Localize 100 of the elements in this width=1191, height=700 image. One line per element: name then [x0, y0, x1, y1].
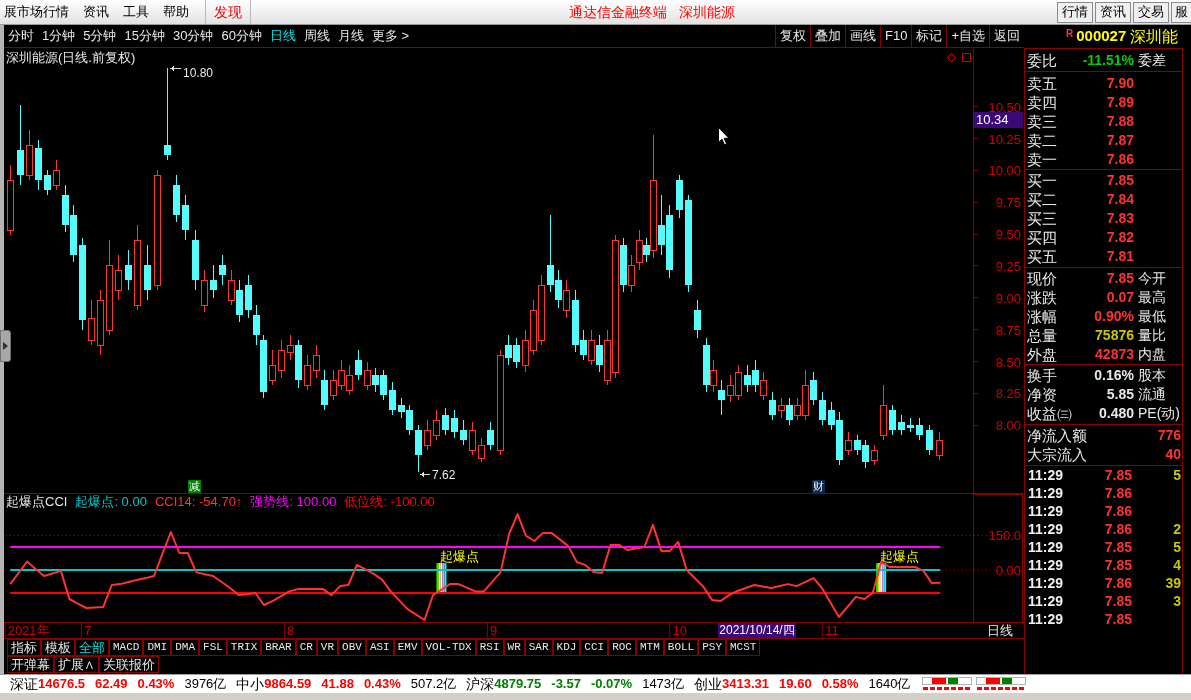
quote-label: 最高: [1137, 288, 1167, 307]
falling-candle: [125, 249, 132, 291]
indicator-tab[interactable]: KDJ: [552, 639, 581, 656]
cursor-date-tag: 2021/10/14/四: [718, 623, 796, 638]
signal-bar: [436, 563, 447, 594]
falling-candle: [182, 194, 189, 241]
price-axis-label: 9.25: [995, 258, 1021, 274]
indicator-tab[interactable]: EMV: [393, 639, 422, 656]
menu-item[interactable]: 资讯: [83, 2, 109, 22]
indicator-tab[interactable]: OBV: [338, 639, 366, 656]
tick-price: 7.86: [1103, 484, 1132, 502]
quote-value: 0.90%: [1093, 307, 1134, 326]
quote-value: 0.16%: [1093, 366, 1134, 385]
toolbar-button[interactable]: 画线: [845, 25, 880, 47]
quote-label: 内盘: [1137, 345, 1167, 364]
rising-candle: [287, 334, 294, 361]
falling-candle: [44, 169, 51, 196]
falling-candle: [355, 349, 362, 381]
period-tab[interactable]: 月线: [337, 26, 364, 46]
indicator-tab[interactable]: RSI: [475, 639, 504, 656]
indicator-tab[interactable]: VR: [316, 639, 339, 656]
falling-candle: [144, 244, 151, 301]
event-badge[interactable]: 财: [812, 480, 825, 493]
indicator-tab[interactable]: DMA: [171, 639, 200, 656]
period-tab[interactable]: 5分钟: [83, 26, 117, 46]
panel-tab[interactable]: 开弹幕: [7, 656, 54, 673]
panel-tab[interactable]: 扩展∧: [54, 656, 99, 673]
nav-button[interactable]: 交易: [1133, 1, 1169, 23]
quote-label: 现价: [1027, 269, 1058, 288]
toolbar-button[interactable]: +自选: [946, 25, 989, 47]
indicator-tab[interactable]: PSY: [698, 639, 726, 656]
rising-candle: [563, 279, 570, 319]
nav-button[interactable]: 资讯: [1095, 1, 1131, 23]
toolbar-button[interactable]: 返回: [989, 25, 1024, 47]
ask-label: 卖五: [1027, 74, 1058, 93]
falling-candle: [620, 237, 627, 293]
period-tab[interactable]: 周线: [303, 26, 330, 46]
nav-button[interactable]: 行情: [1057, 1, 1093, 23]
indicator-tab[interactable]: TRIX: [226, 639, 262, 656]
rising-candle: [53, 159, 60, 191]
quote-label: 今开: [1137, 269, 1167, 288]
falling-candle: [173, 174, 180, 223]
tick-volume: 39: [1164, 574, 1181, 592]
flow-label: 净流入额: [1027, 426, 1087, 445]
toolbar-button[interactable]: 标记: [911, 25, 947, 47]
period-tab[interactable]: 30分钟: [172, 26, 214, 46]
index-amount: 3976亿: [184, 675, 227, 694]
toolbar-button[interactable]: 复权: [775, 25, 810, 47]
indicator-tab[interactable]: CR: [295, 639, 317, 656]
indicator-tab[interactable]: MCST: [726, 639, 761, 656]
price-axis-label: 8.75: [995, 322, 1021, 338]
period-tab[interactable]: 15分钟: [124, 26, 165, 46]
indicator-tab[interactable]: WR: [503, 639, 525, 656]
falling-candle: [889, 404, 896, 436]
period-tab[interactable]: 1分钟: [42, 26, 76, 46]
falling-candle: [898, 414, 905, 436]
menu-item[interactable]: 展市场行情: [4, 2, 69, 22]
indicator-tab[interactable]: ASI: [365, 639, 394, 656]
indicator-tab[interactable]: 指标: [7, 639, 41, 656]
signal-label: 起爆点: [880, 549, 920, 565]
bid-price: 7.85: [1105, 171, 1134, 190]
indicator-tab[interactable]: DMI: [143, 639, 172, 656]
date-axis-label: 10: [669, 623, 687, 638]
tick-time: 11:29: [1028, 556, 1065, 574]
indicator-tab[interactable]: 全部: [75, 639, 109, 656]
toolbar-button[interactable]: 叠加: [810, 25, 845, 47]
menu-item[interactable]: 工具: [123, 2, 149, 22]
toolbar-button[interactable]: F10: [880, 25, 912, 47]
period-tab[interactable]: 更多 >: [371, 26, 410, 46]
indicator-tab[interactable]: ROC: [608, 639, 636, 656]
bid-price: 7.83: [1105, 209, 1134, 228]
quote-label: 外盘: [1027, 345, 1058, 364]
indicator-tab[interactable]: VOL-TDX: [421, 639, 476, 656]
rising-candle: [588, 329, 595, 366]
nav-button[interactable]: 服: [1171, 1, 1191, 23]
event-badge[interactable]: 减: [188, 480, 201, 493]
stock-code: 000027: [1076, 26, 1127, 47]
panel-tab[interactable]: 关联报价: [99, 656, 159, 673]
period-tab[interactable]: 60分钟: [221, 26, 262, 46]
index-change: 41.88: [321, 675, 354, 694]
quote-label: 最低: [1137, 307, 1167, 326]
tick-time: 11:29: [1028, 592, 1065, 610]
rising-candle: [936, 431, 943, 461]
menu-item[interactable]: 帮助: [163, 2, 189, 22]
indicator-tab[interactable]: CCI: [580, 639, 609, 656]
expand-handle[interactable]: [0, 330, 11, 362]
discover-menu-item[interactable]: 发现: [205, 0, 251, 24]
indicator-tab[interactable]: FSL: [199, 639, 227, 656]
period-tab[interactable]: 日线: [269, 26, 296, 46]
indicator-tab[interactable]: 模板: [41, 639, 75, 656]
square-icon[interactable]: [962, 53, 971, 62]
diamond-icon[interactable]: [947, 53, 956, 62]
indicator-tab[interactable]: SAR: [524, 639, 553, 656]
period-tab[interactable]: 分时: [8, 26, 34, 46]
indicator-tab[interactable]: MTM: [636, 639, 664, 656]
indicator-tab[interactable]: BOLL: [663, 639, 699, 656]
ask-label: 卖三: [1027, 112, 1058, 131]
indicator-tab[interactable]: BRAR: [261, 639, 296, 656]
indicator-tab[interactable]: MACD: [109, 639, 144, 656]
tick-price: 7.85: [1103, 466, 1132, 484]
